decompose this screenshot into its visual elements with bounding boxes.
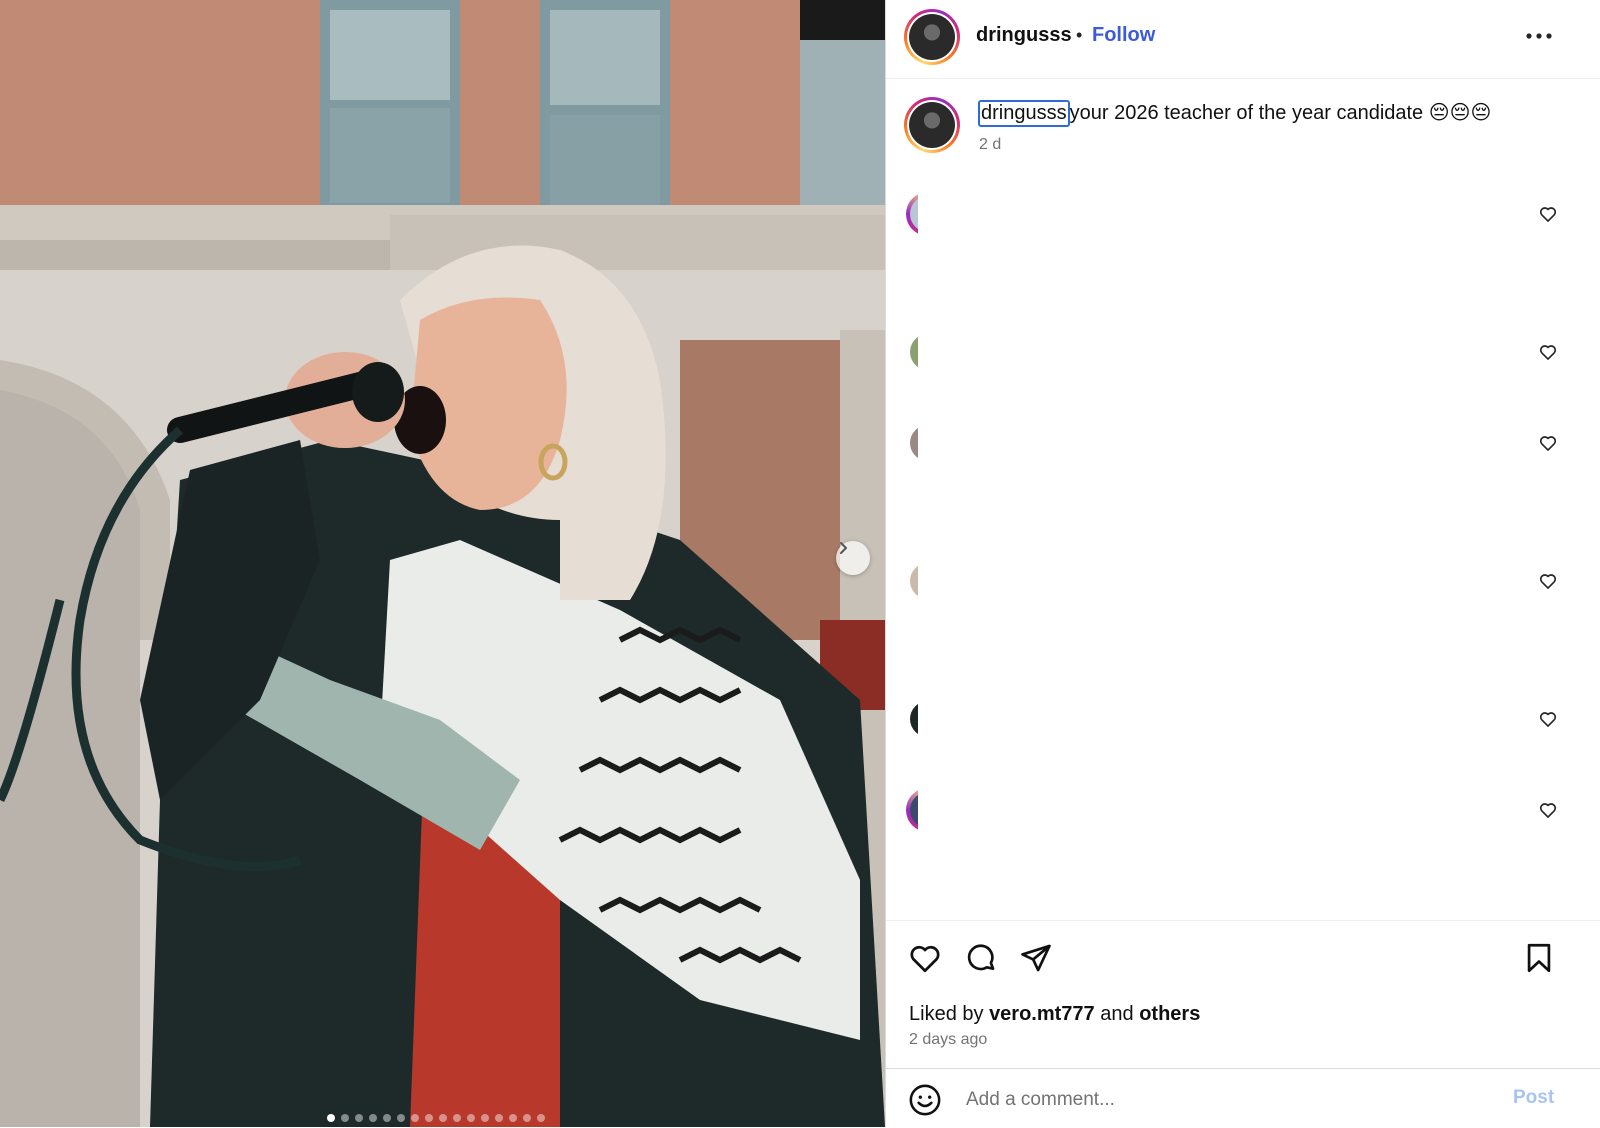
comment-avatar[interactable] (906, 192, 918, 236)
comment-composer: Post (886, 1068, 1600, 1128)
carousel-dot (327, 1114, 335, 1122)
carousel-dot (439, 1114, 447, 1122)
comment-avatar[interactable] (906, 421, 918, 465)
caption-avatar[interactable] (904, 97, 960, 153)
liked-and-label: and (1100, 1003, 1134, 1025)
comment-icon[interactable] (963, 941, 999, 975)
post-sidebar: dringusss • Follow dringusss your 2026 te… (885, 0, 1600, 1127)
carousel-dot (355, 1114, 363, 1122)
post-photo (0, 0, 885, 1127)
chevron-right-icon (840, 542, 847, 554)
liked-others-link[interactable]: others (1139, 1003, 1200, 1025)
emoji-icon[interactable] (908, 1083, 942, 1117)
post-timestamp: 2 days ago (909, 1031, 988, 1048)
carousel-dot (369, 1114, 377, 1122)
carousel-dot (397, 1114, 405, 1122)
carousel-dot (425, 1114, 433, 1122)
heart-icon[interactable] (907, 941, 943, 975)
carousel-dot (411, 1114, 419, 1122)
carousel-dot (467, 1114, 475, 1122)
carousel-indicator (327, 1113, 545, 1123)
comment-like-heart-icon[interactable] (1538, 433, 1558, 453)
liked-by-label: Liked by (909, 1003, 984, 1025)
comment-avatar[interactable] (906, 330, 918, 374)
comment-like-heart-icon[interactable] (1538, 204, 1558, 224)
caption: dringusss your 2026 teacher of the year c… (978, 100, 1491, 127)
comment-like-heart-icon[interactable] (1538, 709, 1558, 729)
carousel-dot (495, 1114, 503, 1122)
comment-input[interactable] (964, 1085, 1488, 1115)
carousel-dot (537, 1114, 545, 1122)
comment-like-heart-icon[interactable] (1538, 800, 1558, 820)
follow-button[interactable]: Follow (1092, 24, 1155, 47)
liked-by-user[interactable]: vero.mt777 (989, 1003, 1095, 1025)
carousel-dot (341, 1114, 349, 1122)
carousel-dot (383, 1114, 391, 1122)
author-username[interactable]: dringusss (976, 24, 1072, 47)
next-slide-button[interactable] (836, 541, 870, 575)
caption-text: your 2026 teacher of the year candidate … (1069, 102, 1492, 124)
caption-age: 2 d (979, 136, 1002, 153)
caption-username[interactable]: dringusss (978, 100, 1070, 127)
carousel-dot (523, 1114, 531, 1122)
author-avatar[interactable] (904, 9, 960, 65)
carousel-dot (453, 1114, 461, 1122)
more-options-icon[interactable] (1524, 24, 1554, 48)
comment-avatar[interactable] (906, 788, 918, 832)
likes-summary: Liked by vero.mt777 and others (909, 1003, 1200, 1026)
comment-like-heart-icon[interactable] (1538, 571, 1558, 591)
comment-like-heart-icon[interactable] (1538, 342, 1558, 362)
header-separator: • (1076, 25, 1083, 45)
post-comment-button[interactable]: Post (1513, 1087, 1554, 1109)
comment-avatar[interactable] (906, 559, 918, 603)
paper-plane-icon[interactable] (1018, 941, 1054, 975)
comment-avatar[interactable] (906, 697, 918, 741)
bookmark-icon[interactable] (1522, 941, 1556, 975)
photo-illustration (0, 0, 885, 1127)
post-header: dringusss • Follow (886, 0, 1600, 79)
carousel-dot (481, 1114, 489, 1122)
carousel-dot (509, 1114, 517, 1122)
action-bar (886, 920, 1600, 973)
